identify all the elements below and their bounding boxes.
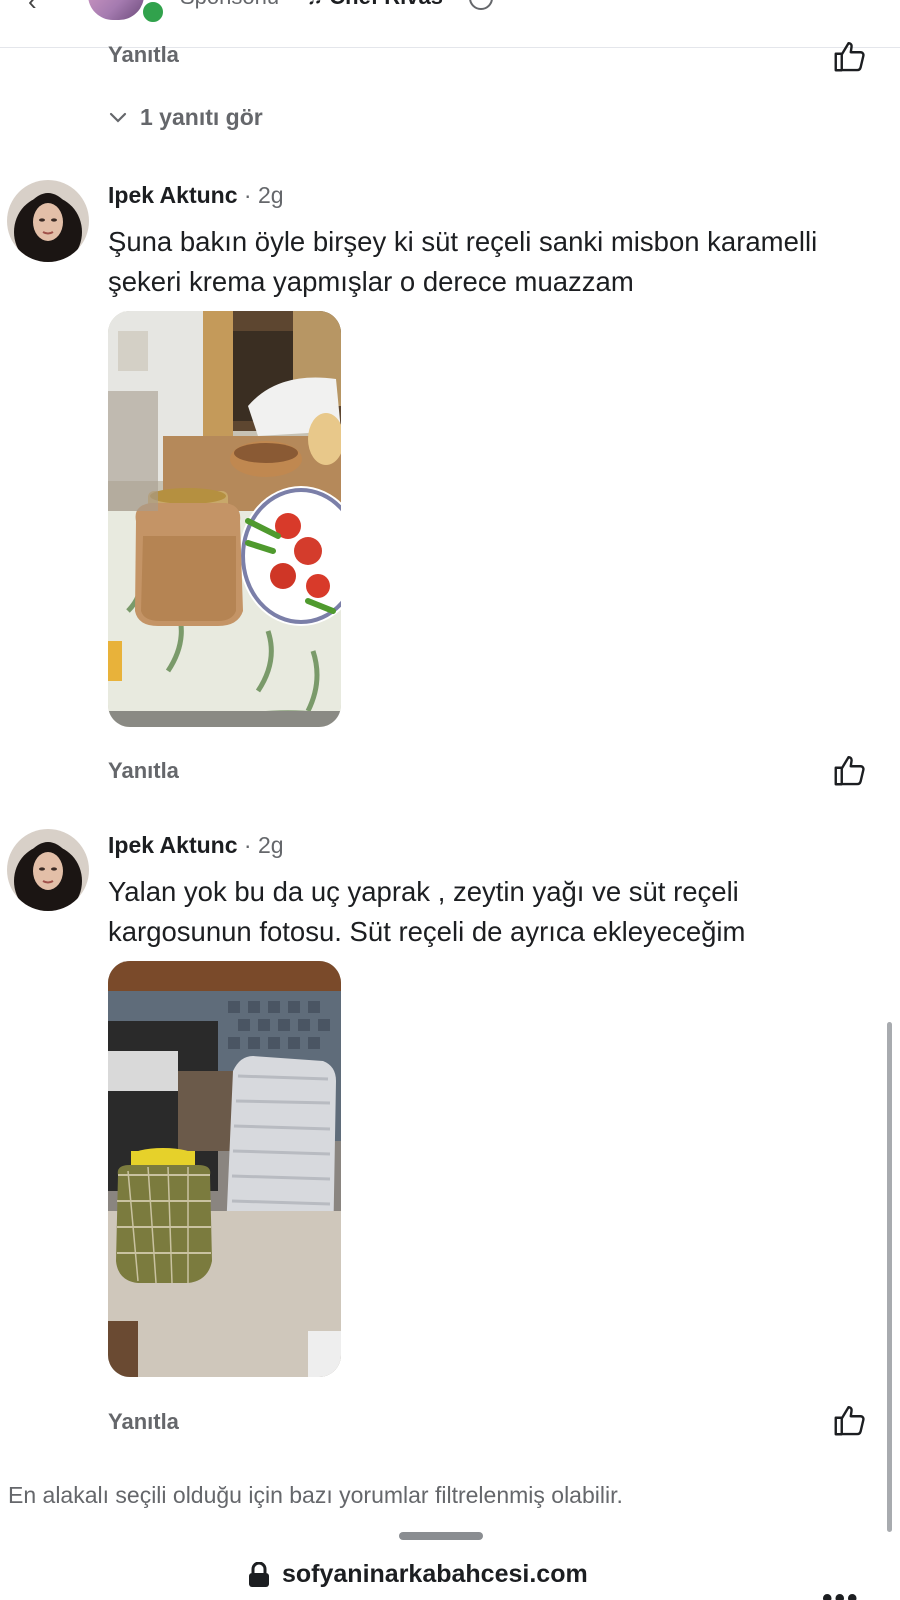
sponsored-label: Sponsorlu: [180, 0, 279, 9]
scrollbar[interactable]: [887, 1022, 892, 1532]
lock-icon: [249, 1561, 269, 1587]
filter-note: En alakalı seçili olduğu için bazı yorum…: [8, 1482, 623, 1508]
globe-icon: [468, 0, 493, 11]
chevron-down-icon: [109, 112, 127, 123]
drag-handle[interactable]: [399, 1532, 483, 1540]
comment-text: Şuna bakın öyle birşey ki süt reçeli san…: [108, 226, 818, 297]
more-options-button[interactable]: •••: [822, 1582, 860, 1600]
page-avatar[interactable]: [88, 0, 144, 20]
comments-page: ‹ Sponsorlu · ♫ Chef Rivas · Yanıtla 1 y…: [0, 0, 900, 1600]
view-replies-button[interactable]: 1 yanıtı gör: [108, 104, 263, 131]
online-status-dot: [140, 0, 166, 25]
comment-time[interactable]: · 2g: [244, 832, 284, 858]
separator: ·: [285, 0, 292, 9]
view-replies-label: 1 yanıtı gör: [140, 104, 263, 130]
url-bar[interactable]: sofyaninarkabahcesi.com: [248, 1560, 588, 1589]
post-meta: Sponsorlu · ♫ Chef Rivas ·: [180, 0, 493, 11]
reply-button[interactable]: Yanıtla: [108, 42, 179, 68]
avatar[interactable]: [7, 180, 89, 262]
comment-author-line: Ipek Aktunc · 2g: [108, 182, 284, 209]
music-note-icon: ♫: [307, 0, 324, 9]
comment-author[interactable]: Ipek Aktunc: [108, 832, 238, 858]
reply-button[interactable]: Yanıtla: [108, 758, 179, 784]
photo-package-kitchen[interactable]: [108, 961, 341, 1377]
like-icon[interactable]: [832, 752, 868, 788]
comment-author[interactable]: Ipek Aktunc: [108, 182, 238, 208]
reply-button[interactable]: Yanıtla: [108, 1409, 179, 1435]
comment-author-line: Ipek Aktunc · 2g: [108, 832, 284, 859]
photo-jar-breakfast[interactable]: [108, 311, 341, 727]
post-header: ‹ Sponsorlu · ♫ Chef Rivas ·: [0, 0, 900, 48]
site-url: sofyaninarkabahcesi.com: [282, 1560, 588, 1588]
separator: ·: [449, 0, 456, 9]
music-artist[interactable]: Chef Rivas: [329, 0, 443, 9]
avatar[interactable]: [7, 829, 89, 911]
comment-time[interactable]: · 2g: [244, 182, 284, 208]
comment-text: Yalan yok bu da uç yaprak , zeytin yağı …: [108, 876, 746, 947]
back-icon[interactable]: ‹: [28, 0, 37, 17]
like-icon[interactable]: [832, 38, 868, 74]
like-icon[interactable]: [832, 1402, 868, 1438]
